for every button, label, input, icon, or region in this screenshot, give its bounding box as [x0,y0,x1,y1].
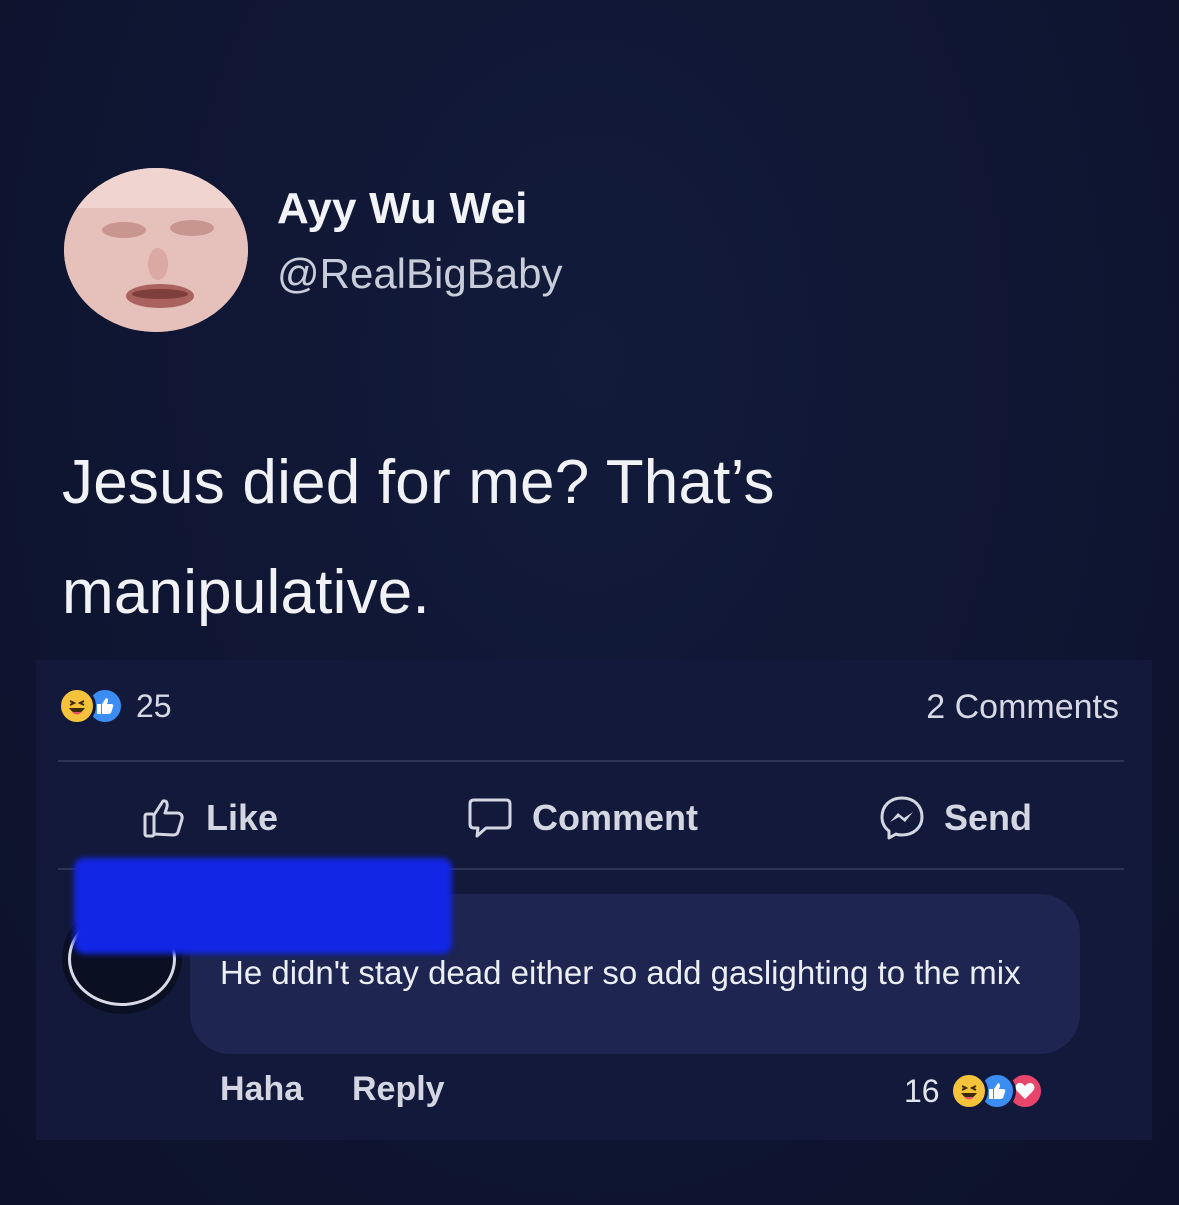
display-name[interactable]: Ayy Wu Wei [277,184,528,234]
comment-label: Comment [532,797,699,838]
comment-button[interactable]: Comment [466,790,698,846]
post-text: Jesus died for me? That’s manipulative. [62,448,775,627]
comment-reaction-count: 16 [904,1072,940,1109]
send-label: Send [944,797,1033,838]
screenshot: Ayy Wu Wei @RealBigBaby Jesus died for m… [0,0,1179,1205]
thumbs-up-icon [140,794,188,842]
comment-haha-button[interactable]: Haha [220,1070,303,1109]
reaction-count: 25 [136,687,172,724]
user-handle[interactable]: @RealBigBaby [277,250,562,298]
like-label: Like [206,797,279,838]
comment-reactions[interactable]: 16 [904,1068,1044,1114]
haha-icon [58,687,96,725]
comments-count-link[interactable]: 2 Comments [926,688,1119,727]
send-button[interactable]: Send [878,790,1032,846]
profile-avatar[interactable] [64,168,248,332]
redacted-commenter-name [74,858,452,954]
comment-text: He didn't stay dead either so add gaslig… [220,954,1021,991]
comment-bubble-icon [466,794,514,842]
haha-icon [949,1072,988,1110]
comment-reply-button[interactable]: Reply [352,1070,445,1109]
reactions-summary[interactable]: 25 [58,684,172,728]
like-button[interactable]: Like [140,790,278,846]
divider [58,760,1124,762]
messenger-icon [878,794,926,842]
